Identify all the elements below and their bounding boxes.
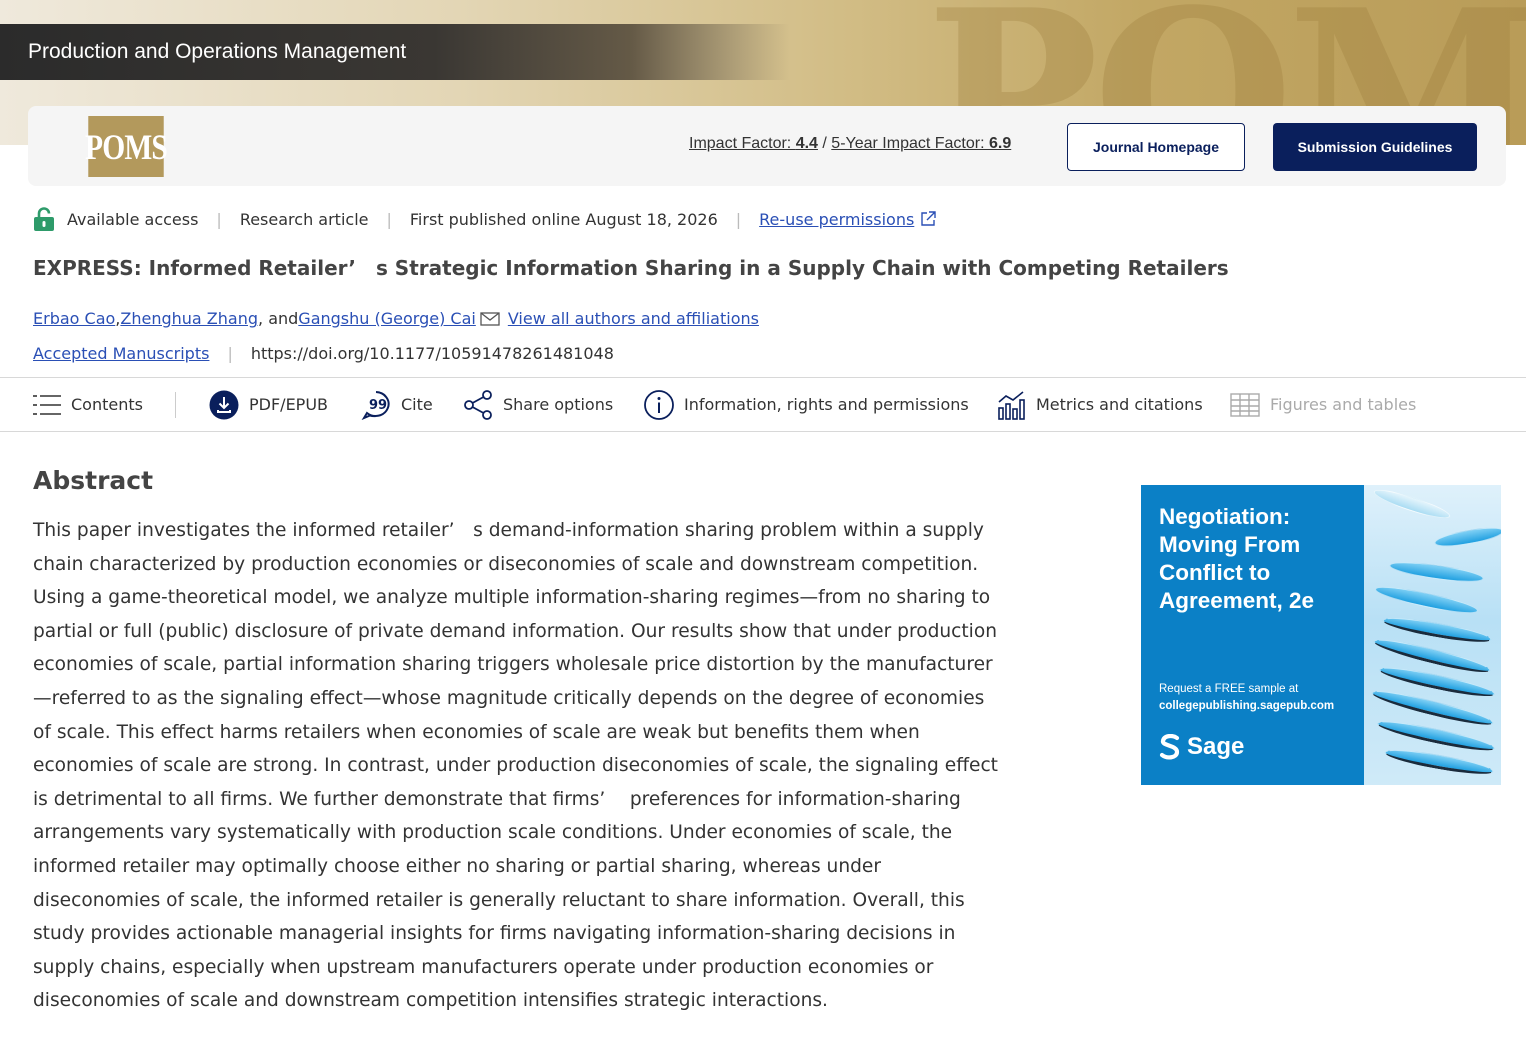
five-year-impact-label: 5-Year Impact Factor: <box>831 135 989 152</box>
journal-title-bar: Production and Operations Management <box>0 24 790 80</box>
accepted-manuscripts-link[interactable]: Accepted Manuscripts <box>33 344 209 363</box>
impact-separator: / <box>817 135 832 152</box>
external-link-icon[interactable] <box>919 210 937 228</box>
info-icon <box>644 389 674 420</box>
svg-text:99: 99 <box>369 398 387 413</box>
contents-button[interactable]: Contents <box>33 378 143 431</box>
doi-row: Accepted Manuscripts | https://doi.org/1… <box>33 344 614 363</box>
figures-tables-label: Figures and tables <box>1270 395 1417 414</box>
journal-header-card: POMS Impact Factor: 4.4 / 5-Year Impact … <box>28 106 1506 186</box>
cite-button[interactable]: 99 Cite <box>361 378 433 431</box>
view-all-authors-link[interactable]: View all authors and affiliations <box>508 309 759 328</box>
author-link[interactable]: Gangshu (George) Cai <box>298 309 476 328</box>
metrics-citations-button[interactable]: Metrics and citations <box>997 378 1203 431</box>
ad-cta-line2: collegepublishing.sagepub.com <box>1159 700 1335 712</box>
quote-icon: 99 <box>361 390 390 420</box>
list-icon <box>33 394 61 415</box>
access-status: Available access <box>67 209 199 229</box>
ad-title: Negotiation: Moving From Conflict to Agr… <box>1159 504 1315 613</box>
email-icon[interactable] <box>480 311 500 326</box>
information-rights-label: Information, rights and permissions <box>684 395 969 414</box>
article-title: EXPRESS: Informed Retailer’ s Strategic … <box>33 256 1229 280</box>
impact-factor-value: 4.4 <box>795 135 818 152</box>
author-list: Erbao Cao, Zhenghua Zhang, and Gangshu (… <box>33 309 759 328</box>
publication-date: First published online August 18, 2026 <box>409 209 718 229</box>
meta-separator: | <box>735 209 742 229</box>
ad-brand: Sage <box>1159 733 1244 761</box>
meta-separator: | <box>216 209 222 229</box>
ad-disc <box>1388 558 1485 586</box>
ad-disc <box>1373 582 1480 618</box>
doi-text: https://doi.org/10.1177/1059147826148104… <box>250 344 614 363</box>
ad-cta-line1: Request a FREE sample at <box>1159 683 1299 695</box>
journal-title[interactable]: Production and Operations Management <box>28 40 406 64</box>
open-lock-icon <box>34 207 54 231</box>
toolbar-divider <box>175 392 176 418</box>
journal-logo[interactable]: POMS <box>85 116 168 177</box>
share-icon <box>464 389 492 420</box>
journal-homepage-button[interactable]: Journal Homepage <box>1067 123 1245 171</box>
author-link[interactable]: Erbao Cao <box>33 309 115 328</box>
ad-disc <box>1383 745 1495 779</box>
submission-guidelines-button[interactable]: Submission Guidelines <box>1273 123 1477 171</box>
doi-separator: | <box>227 344 233 363</box>
article-type: Research article <box>239 209 369 229</box>
figures-tables-button[interactable]: Figures and tables <box>1230 378 1416 431</box>
impact-factor[interactable]: Impact Factor: 4.4 / 5-Year Impact Facto… <box>689 135 1011 153</box>
abstract-text: This paper investigates the informed ret… <box>33 520 998 1012</box>
meta-separator: | <box>386 209 392 229</box>
share-options-button[interactable]: Share options <box>463 378 613 431</box>
reuse-permissions-link[interactable]: Re-use permissions <box>759 210 914 229</box>
ad-brand-name: Sage <box>1187 733 1245 760</box>
contents-label: Contents <box>71 395 143 414</box>
metrics-citations-label: Metrics and citations <box>1036 395 1203 414</box>
pdf-epub-button[interactable]: PDF/EPUB <box>209 378 328 431</box>
article-meta: Available access | Research article | Fi… <box>33 206 937 232</box>
impact-factor-label: Impact Factor: <box>689 135 796 152</box>
author-separator: , and <box>258 309 299 328</box>
five-year-impact-value: 6.9 <box>989 135 1012 152</box>
share-options-label: Share options <box>503 395 614 414</box>
sage-logo-icon <box>1159 734 1180 760</box>
cite-label: Cite <box>401 395 433 414</box>
abstract-heading: Abstract <box>33 466 154 495</box>
ad-image-panel <box>1364 485 1501 785</box>
bar-chart-icon <box>998 390 1025 420</box>
table-icon <box>1230 392 1260 417</box>
ad-disc <box>1371 485 1453 524</box>
download-icon <box>209 390 239 419</box>
ad-disc <box>1433 524 1501 550</box>
advertisement[interactable]: Negotiation: Moving From Conflict to Agr… <box>1141 485 1501 785</box>
article-toolbar: Contents PDF/EPUB 99 Cite Share options <box>0 377 1526 432</box>
information-rights-button[interactable]: Information, rights and permissions <box>644 378 969 431</box>
author-link[interactable]: Zhenghua Zhang <box>120 309 258 328</box>
pdf-epub-label: PDF/EPUB <box>249 395 329 414</box>
